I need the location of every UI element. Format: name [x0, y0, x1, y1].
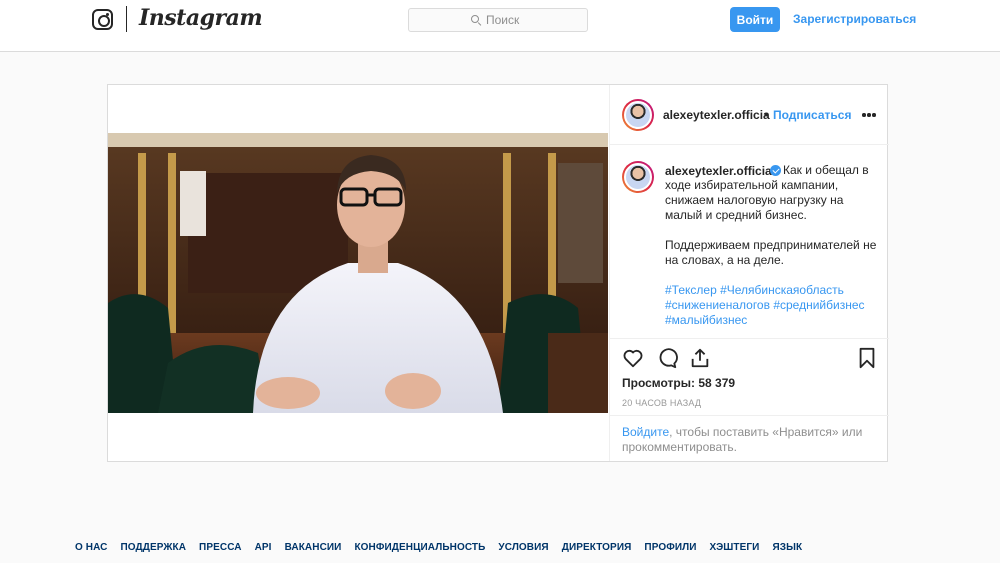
caption-text: Как и обещал в ходе избирательной кампан… — [665, 163, 881, 328]
caption-section: Как и обещал в ходе избирательной кампан… — [610, 157, 889, 337]
hashtag-link[interactable]: #снижениеналогов — [665, 298, 770, 312]
hashtag-link[interactable]: #Челябинскаяобласть — [720, 283, 844, 297]
footer-link-jobs[interactable]: ВАКАНСИИ — [285, 542, 342, 553]
separator-dot: • — [764, 108, 769, 122]
hashtag-list: #Текслер #Челябинскаяобласть #снижениена… — [665, 283, 881, 328]
footer-link-privacy[interactable]: КОНФИДЕНЦИАЛЬНОСТЬ — [354, 542, 485, 553]
post-header: alexeytexler.officia • Подписаться — [610, 85, 889, 145]
logo-divider — [126, 6, 127, 32]
hashtag-link[interactable]: #малыйбизнес — [665, 313, 747, 327]
caption-paragraph-2: Поддерживаем предпринимателей не на слов… — [665, 238, 877, 267]
search-icon — [470, 14, 482, 26]
footer-link-support[interactable]: ПОДДЕРЖКА — [120, 542, 186, 553]
verified-badge-icon — [770, 165, 781, 176]
share-icon[interactable] — [689, 347, 711, 369]
post-video[interactable] — [108, 133, 608, 413]
instagram-wordmark[interactable]: Instagram — [139, 5, 263, 31]
footer-link-about[interactable]: О НАС — [75, 542, 107, 553]
search-box[interactable] — [408, 8, 588, 32]
login-button[interactable]: Войти — [730, 7, 780, 32]
footer-link-directory[interactable]: ДИРЕКТОРИЯ — [562, 542, 632, 553]
views-counter: Просмотры: 58 379 — [622, 376, 735, 390]
follow-button[interactable]: Подписаться — [773, 108, 851, 122]
footer-link-profiles[interactable]: ПРОФИЛИ — [644, 542, 696, 553]
more-dots-icon[interactable] — [862, 113, 876, 117]
comment-bubble-icon[interactable] — [656, 347, 678, 369]
post-card: alexeytexler.officia • Подписаться Как и… — [107, 84, 889, 462]
caption-avatar[interactable] — [622, 161, 654, 193]
video-frame-image — [108, 133, 608, 413]
bookmark-icon[interactable] — [856, 347, 878, 369]
login-prompt-link[interactable]: Войдите — [622, 425, 669, 439]
views-value: 58 379 — [698, 376, 736, 390]
footer-link-language[interactable]: ЯЗЫК — [772, 542, 802, 553]
top-navbar: Instagram Войти Зарегистрироваться — [0, 0, 1000, 52]
footer-nav: О НАС ПОДДЕРЖКА ПРЕССА API ВАКАНСИИ КОНФ… — [75, 542, 802, 553]
login-prompt: Войдите, чтобы поставить «Нравится» или … — [610, 415, 889, 461]
post-timestamp: 20 ЧАСОВ НАЗАД — [622, 398, 702, 408]
footer-link-hashtags[interactable]: ХЭШТЕГИ — [710, 542, 760, 553]
caption-username[interactable]: alexeytexler.official — [665, 164, 775, 178]
post-sidebar: alexeytexler.officia • Подписаться Как и… — [609, 85, 889, 461]
views-label: Просмотры: — [622, 376, 696, 390]
heart-icon[interactable] — [622, 347, 644, 369]
hashtag-link[interactable]: #Текслер — [665, 283, 717, 297]
hashtag-link[interactable]: #среднийбизнес — [773, 298, 864, 312]
author-avatar[interactable] — [622, 99, 654, 131]
author-username[interactable]: alexeytexler.officia — [663, 108, 770, 122]
post-actions: Просмотры: 58 379 20 ЧАСОВ НАЗАД — [610, 338, 889, 418]
footer-link-api[interactable]: API — [255, 542, 272, 553]
search-input[interactable] — [486, 13, 526, 27]
footer-link-terms[interactable]: УСЛОВИЯ — [498, 542, 548, 553]
instagram-glyph-icon[interactable] — [92, 9, 113, 30]
footer-link-press[interactable]: ПРЕССА — [199, 542, 242, 553]
signup-link[interactable]: Зарегистрироваться — [793, 12, 916, 26]
